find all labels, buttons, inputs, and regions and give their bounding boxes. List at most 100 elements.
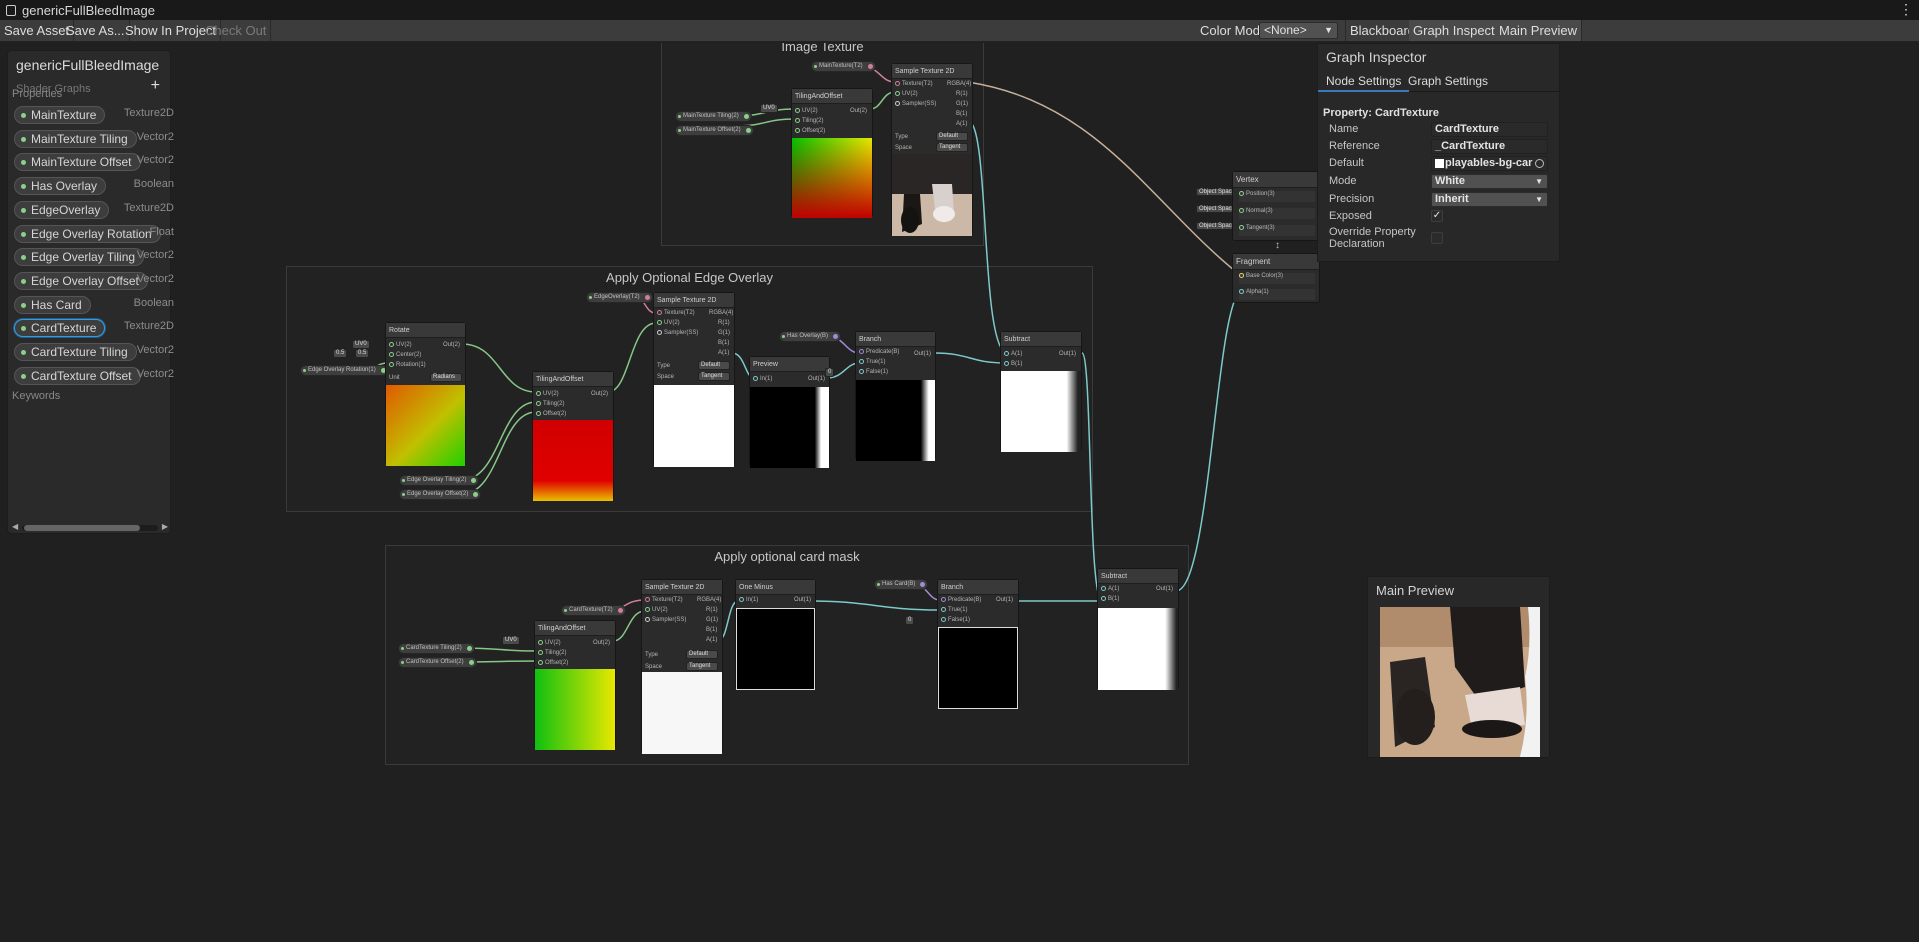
main-preview-panel[interactable]: Main Preview — [1367, 576, 1550, 758]
b-output-port[interactable]: B(1) — [718, 340, 729, 346]
property-name-pill[interactable]: Edge Overlay Rotation — [14, 224, 161, 243]
texture-input-port[interactable]: Texture(T2) — [645, 597, 683, 603]
edge-tiling-property-node[interactable]: Edge Overlay Tiling(2) — [399, 475, 480, 486]
property-name-pill[interactable]: Edge Overlay Tiling — [14, 248, 145, 267]
output-port[interactable]: Out(1) — [808, 376, 825, 382]
a-input-port[interactable]: A(1) — [1101, 586, 1119, 592]
output-port[interactable]: Out(2) — [593, 640, 610, 646]
sampler-input-port[interactable]: Sampler(SS) — [645, 617, 686, 623]
tiling-input-port[interactable]: Tiling(2) — [536, 401, 564, 407]
graph-inspector-panel[interactable]: Graph Inspector Node Settings Graph Sett… — [1317, 43, 1561, 262]
rgba-output-port[interactable]: RGBA(4) — [947, 81, 971, 87]
uv-channel-dropdown[interactable]: UV0 — [352, 340, 370, 349]
tiling-input-port[interactable]: Tiling(2) — [795, 118, 823, 124]
type-dropdown[interactable]: Default — [936, 132, 968, 141]
predicate-input-port[interactable]: Predicate(B) — [859, 349, 899, 355]
offset-input-port[interactable]: Offset(2) — [795, 128, 825, 134]
object-picker-icon[interactable] — [1535, 159, 1544, 168]
override-checkbox[interactable] — [1431, 232, 1443, 244]
output-port[interactable]: Out(1) — [996, 597, 1013, 603]
offset-input-port[interactable]: Offset(2) — [538, 660, 568, 666]
property-row[interactable]: Has Card Boolean — [14, 294, 174, 314]
false-value-field[interactable]: 0 — [825, 368, 835, 377]
edge-offset-property-node[interactable]: Edge Overlay Offset(2) — [399, 489, 482, 500]
uv-channel-dropdown[interactable]: UV0 — [760, 104, 778, 113]
g-output-port[interactable]: G(1) — [718, 330, 730, 336]
property-row[interactable]: Edge Overlay Rotation Float — [14, 223, 174, 243]
subtract-node[interactable]: Subtract A(1) B(1) Out(1) — [1000, 331, 1082, 452]
g-output-port[interactable]: G(1) — [706, 617, 718, 623]
more-options-icon[interactable]: ⋮ — [1899, 1, 1913, 18]
output-port[interactable]: Out(1) — [1059, 351, 1076, 357]
tangent-block[interactable]: Tangent(3) — [1239, 225, 1315, 236]
uv-input-port[interactable]: UV(2) — [645, 607, 668, 613]
true-input-port[interactable]: True(1) — [941, 607, 967, 613]
rotate-node[interactable]: Rotate UV(2) Center(2) Rotation(1) Out(2… — [385, 322, 466, 466]
output-port[interactable]: Out(2) — [443, 342, 460, 348]
alpha-block[interactable]: Alpha(1) — [1239, 289, 1315, 300]
rotation-input-port[interactable]: Rotation(1) — [389, 362, 426, 368]
sample-texture-node[interactable]: Sample Texture 2D Texture(T2) UV(2) Samp… — [653, 292, 735, 467]
r-output-port[interactable]: R(1) — [718, 320, 730, 326]
property-name-pill[interactable]: Edge Overlay Offset — [14, 271, 148, 290]
uv-channel-dropdown[interactable]: UV0 — [502, 636, 520, 645]
space-dropdown[interactable]: Tangent — [936, 143, 968, 152]
vertex-context[interactable]: Vertex Position(3) Normal(3) Tangent(3) — [1232, 171, 1320, 241]
property-row[interactable]: CardTexture Texture2D — [14, 317, 174, 338]
has-card-property-node[interactable]: Has Card(B) — [874, 579, 929, 590]
sampler-input-port[interactable]: Sampler(SS) — [895, 101, 936, 107]
tab-node-settings[interactable]: Node Settings — [1318, 72, 1410, 92]
false-value-field[interactable]: 0 — [905, 616, 915, 625]
sample-texture-node[interactable]: Sample Texture 2D Texture(T2) UV(2) Samp… — [641, 579, 723, 754]
unit-dropdown[interactable]: Radians — [430, 373, 462, 382]
property-row[interactable]: CardTexture Tiling Vector2 — [14, 341, 174, 361]
b-output-port[interactable]: B(1) — [956, 111, 967, 117]
scroll-right-icon[interactable]: ▶ — [162, 522, 168, 531]
property-name-pill[interactable]: Has Card — [14, 295, 91, 314]
edge-overlay-property-node[interactable]: EdgeOverlay(T2) — [586, 292, 653, 303]
property-row[interactable]: Edge Overlay Tiling Vector2 — [14, 246, 174, 267]
card-tiling-property-node[interactable]: CardTexture Tiling(2) — [398, 643, 475, 654]
uv-input-port[interactable]: UV(2) — [895, 91, 918, 97]
false-input-port[interactable]: False(1) — [859, 369, 888, 375]
space-dropdown[interactable]: Tangent — [686, 662, 718, 671]
main-offset-property-node[interactable]: MainTexture Offset(2) — [675, 125, 754, 136]
scroll-left-icon[interactable]: ◀ — [12, 522, 18, 531]
texture-input-port[interactable]: Texture(T2) — [895, 81, 933, 87]
uv-input-port[interactable]: UV(2) — [657, 320, 680, 326]
name-field[interactable]: CardTexture — [1431, 122, 1548, 137]
a-input-port[interactable]: A(1) — [1004, 351, 1022, 357]
b-input-port[interactable]: B(1) — [1004, 361, 1022, 367]
rgba-output-port[interactable]: RGBA(4) — [697, 597, 721, 603]
r-output-port[interactable]: R(1) — [956, 91, 968, 97]
space-dropdown[interactable]: Tangent — [698, 372, 730, 381]
tiling-offset-node[interactable]: TilingAndOffset UV(2) Tiling(2) Offset(2… — [791, 88, 873, 218]
output-port[interactable]: Out(1) — [794, 597, 811, 603]
property-name-pill[interactable]: CardTexture Tiling — [14, 343, 137, 361]
exposed-checkbox[interactable]: ✓ — [1431, 210, 1443, 222]
color-mode-dropdown[interactable]: <None> ▼ — [1259, 22, 1338, 39]
default-texture-field[interactable]: playables-bg-car — [1431, 156, 1548, 171]
main-texture-property-node[interactable]: MainTexture(T2) — [811, 61, 876, 72]
uv-input-port[interactable]: UV(2) — [795, 108, 818, 114]
type-dropdown[interactable]: Default — [698, 361, 730, 370]
tiling-input-port[interactable]: Tiling(2) — [538, 650, 566, 656]
offset-input-port[interactable]: Offset(2) — [536, 411, 566, 417]
output-port[interactable]: Out(1) — [1156, 586, 1173, 592]
g-output-port[interactable]: G(1) — [956, 101, 968, 107]
sample-texture-node[interactable]: Sample Texture 2D Texture(T2) UV(2) Samp… — [891, 63, 973, 236]
property-name-pill[interactable]: MainTexture — [14, 106, 106, 124]
property-row[interactable]: EdgeOverlay Texture2D — [14, 199, 174, 219]
has-overlay-property-node[interactable]: Has Overlay(B) — [779, 331, 842, 342]
add-property-button[interactable]: + — [151, 77, 160, 95]
graph-canvas[interactable]: Image Texture Apply Optional Edge Overla… — [0, 43, 1919, 942]
rgba-output-port[interactable]: RGBA(4) — [709, 310, 733, 316]
output-port[interactable]: Out(1) — [914, 351, 931, 357]
center-y-field[interactable]: 0.5 — [355, 349, 370, 358]
in-input-port[interactable]: In(1) — [753, 376, 772, 382]
main-preview-toggle-button[interactable]: Main Preview — [1495, 20, 1583, 41]
a-output-port[interactable]: A(1) — [706, 637, 717, 643]
b-input-port[interactable]: B(1) — [1101, 596, 1119, 602]
position-block[interactable]: Position(3) — [1239, 191, 1315, 202]
property-name-pill[interactable]: Has Overlay — [14, 177, 107, 196]
